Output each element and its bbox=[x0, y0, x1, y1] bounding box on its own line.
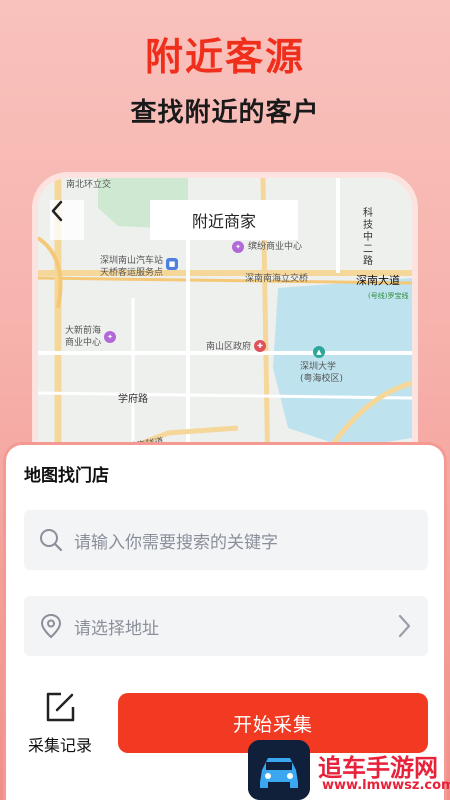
map-label: (号线)罗宝线 bbox=[368, 292, 409, 300]
panel-title: 地图找门店 bbox=[24, 466, 109, 486]
map-label: 深南大道 bbox=[356, 274, 400, 287]
map-label: 天桥客运服务点 bbox=[100, 268, 164, 278]
map-label: 科技中二路 bbox=[363, 208, 373, 267]
watermark-logo bbox=[248, 740, 310, 800]
promo-title: 附近客源 bbox=[144, 35, 305, 79]
map-label: 大新前海 bbox=[65, 326, 102, 336]
government-poi-icon[interactable]: ✚ bbox=[254, 340, 266, 352]
map-label: 深圳大学 bbox=[300, 362, 337, 372]
edit-icon bbox=[46, 692, 75, 722]
search-placeholder: 请输入你需要搜索的关键字 bbox=[74, 532, 278, 553]
map-label: 学府路 bbox=[118, 394, 148, 405]
watermark-url: www.lmwwsz.com bbox=[322, 778, 450, 793]
map-label: 深圳南山汽车站 bbox=[100, 256, 164, 266]
map-label: 深南南海立交桥 bbox=[245, 274, 309, 284]
promo-subtitle: 查找附近的客户 bbox=[130, 98, 320, 128]
map-label: 南北环立交 bbox=[66, 180, 112, 190]
address-selector[interactable]: 请选择地址 bbox=[24, 596, 428, 656]
map-label: (粤海校区) bbox=[300, 374, 344, 384]
university-poi-icon[interactable]: ▲ bbox=[313, 346, 325, 358]
shopping-poi-icon[interactable]: ✦ bbox=[104, 331, 116, 343]
address-placeholder: 请选择地址 bbox=[74, 618, 159, 639]
mall-poi-icon[interactable]: ✦ bbox=[232, 241, 244, 253]
search-icon bbox=[38, 527, 64, 553]
bus-station-icon[interactable]: ■ bbox=[166, 258, 178, 270]
map-header-title: 附近商家 bbox=[150, 200, 298, 240]
search-panel: 地图找门店 请输入你需要搜索的关键字 请选择地址 采集记录 开始采集 bbox=[6, 445, 444, 800]
location-pin-icon bbox=[38, 613, 64, 639]
back-button[interactable] bbox=[50, 200, 84, 240]
map-view[interactable]: 南北环立交 科技中二路 ✦ 缤纷商业中心 深圳南山汽车站 天桥客运服务点 ■ 深… bbox=[38, 178, 412, 478]
records-button[interactable]: 采集记录 bbox=[20, 690, 100, 760]
map-label: 商业中心 bbox=[65, 338, 102, 348]
chevron-left-icon bbox=[51, 200, 63, 222]
car-icon bbox=[248, 740, 310, 800]
map-label: 缤纷商业中心 bbox=[248, 242, 303, 252]
chevron-right-icon bbox=[398, 614, 411, 638]
search-input[interactable]: 请输入你需要搜索的关键字 bbox=[24, 510, 428, 570]
map-label: 南山区政府 bbox=[206, 342, 252, 352]
records-label: 采集记录 bbox=[27, 736, 92, 755]
